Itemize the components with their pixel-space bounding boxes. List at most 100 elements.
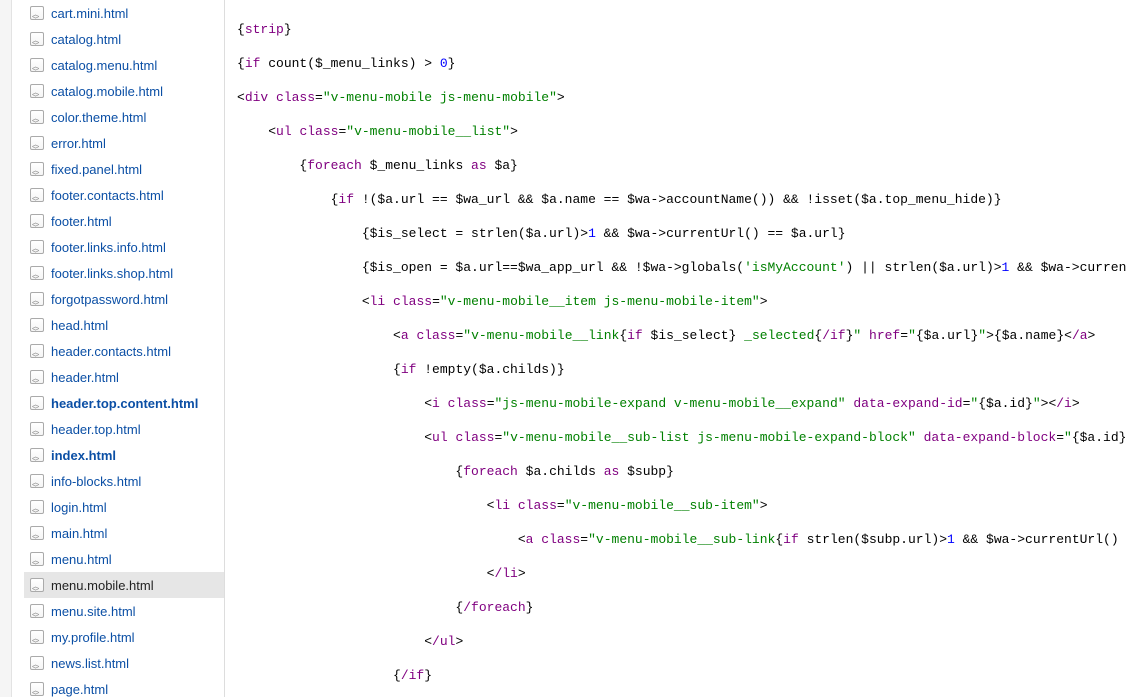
file-item[interactable]: footer.html <box>24 208 224 234</box>
file-item[interactable]: footer.links.info.html <box>24 234 224 260</box>
file-label: my.profile.html <box>51 629 135 646</box>
file-label: head.html <box>51 317 108 334</box>
code-line: {foreach $_menu_links as $a} <box>237 157 1126 174</box>
file-label: footer.html <box>51 213 112 230</box>
file-label: header.top.content.html <box>51 395 198 412</box>
html-file-icon <box>30 578 44 592</box>
html-file-icon <box>30 526 44 540</box>
code-line: {/if} <box>237 667 1126 684</box>
code-line: </ul> <box>237 633 1126 650</box>
file-item[interactable]: menu.html <box>24 546 224 572</box>
file-item[interactable]: catalog.menu.html <box>24 52 224 78</box>
file-item[interactable]: news.list.html <box>24 650 224 676</box>
html-file-icon <box>30 682 44 696</box>
html-file-icon <box>30 344 44 358</box>
file-label: footer.links.info.html <box>51 239 166 256</box>
file-label: color.theme.html <box>51 109 146 126</box>
file-item[interactable]: header.top.html <box>24 416 224 442</box>
file-item[interactable]: info-blocks.html <box>24 468 224 494</box>
file-item[interactable]: head.html <box>24 312 224 338</box>
file-item[interactable]: footer.links.shop.html <box>24 260 224 286</box>
file-item[interactable]: error.html <box>24 130 224 156</box>
html-file-icon <box>30 110 44 124</box>
file-label: cart.mini.html <box>51 5 128 22</box>
file-label: index.html <box>51 447 116 464</box>
code-line: {strip} <box>237 21 1126 38</box>
file-item[interactable]: catalog.mobile.html <box>24 78 224 104</box>
file-item[interactable]: color.theme.html <box>24 104 224 130</box>
html-file-icon <box>30 32 44 46</box>
code-line: <div class="v-menu-mobile js-menu-mobile… <box>237 89 1126 106</box>
file-item[interactable]: header.top.content.html <box>24 390 224 416</box>
file-label: catalog.html <box>51 31 121 48</box>
file-item[interactable]: fixed.panel.html <box>24 156 224 182</box>
file-label: header.contacts.html <box>51 343 171 360</box>
code-line: {if !empty($a.childs)} <box>237 361 1126 378</box>
html-file-icon <box>30 370 44 384</box>
html-file-icon <box>30 136 44 150</box>
file-item[interactable]: header.html <box>24 364 224 390</box>
file-label: login.html <box>51 499 107 516</box>
code-line: {/foreach} <box>237 599 1126 616</box>
code-editor[interactable]: {strip} {if count($_menu_links) > 0} <di… <box>225 0 1126 697</box>
file-label: fixed.panel.html <box>51 161 142 178</box>
html-file-icon <box>30 58 44 72</box>
html-file-icon <box>30 396 44 410</box>
file-label: info-blocks.html <box>51 473 141 490</box>
html-file-icon <box>30 656 44 670</box>
file-item[interactable]: main.html <box>24 520 224 546</box>
code-line: <li class="v-menu-mobile__item js-menu-m… <box>237 293 1126 310</box>
file-item[interactable]: cart.mini.html <box>24 0 224 26</box>
html-file-icon <box>30 214 44 228</box>
html-file-icon <box>30 630 44 644</box>
code-line: <i class="js-menu-mobile-expand v-menu-m… <box>237 395 1126 412</box>
file-item[interactable]: index.html <box>24 442 224 468</box>
file-label: forgotpassword.html <box>51 291 168 308</box>
code-line: {foreach $a.childs as $subp} <box>237 463 1126 480</box>
html-file-icon <box>30 84 44 98</box>
html-file-icon <box>30 474 44 488</box>
file-label: footer.links.shop.html <box>51 265 173 282</box>
code-line: <ul class="v-menu-mobile__list"> <box>237 123 1126 140</box>
file-item[interactable]: catalog.html <box>24 26 224 52</box>
file-item[interactable]: forgotpassword.html <box>24 286 224 312</box>
file-item[interactable]: login.html <box>24 494 224 520</box>
code-line: <a class="v-menu-mobile__sub-link{if str… <box>237 531 1126 548</box>
file-item[interactable]: footer.contacts.html <box>24 182 224 208</box>
html-file-icon <box>30 266 44 280</box>
html-file-icon <box>30 292 44 306</box>
sidebar-gutter <box>0 0 12 697</box>
file-label: catalog.mobile.html <box>51 83 163 100</box>
file-label: menu.html <box>51 551 112 568</box>
file-label: footer.contacts.html <box>51 187 164 204</box>
file-label: menu.site.html <box>51 603 136 620</box>
html-file-icon <box>30 604 44 618</box>
code-line: <ul class="v-menu-mobile__sub-list js-me… <box>237 429 1126 446</box>
code-line: {$is_open = $a.url==$wa_app_url && !$wa-… <box>237 259 1126 276</box>
html-file-icon <box>30 448 44 462</box>
html-file-icon <box>30 6 44 20</box>
html-file-icon <box>30 318 44 332</box>
html-file-icon <box>30 240 44 254</box>
file-tree-sidebar: cart.mini.html catalog.html catalog.menu.h… <box>12 0 225 697</box>
html-file-icon <box>30 500 44 514</box>
file-item[interactable]: menu.mobile.html <box>24 572 224 598</box>
file-item[interactable]: header.contacts.html <box>24 338 224 364</box>
file-label: error.html <box>51 135 106 152</box>
code-line: <li class="v-menu-mobile__sub-item"> <box>237 497 1126 514</box>
html-file-icon <box>30 188 44 202</box>
file-item[interactable]: my.profile.html <box>24 624 224 650</box>
file-label: page.html <box>51 681 108 697</box>
file-label: news.list.html <box>51 655 129 672</box>
html-file-icon <box>30 552 44 566</box>
file-item[interactable]: page.html <box>24 676 224 697</box>
html-file-icon <box>30 162 44 176</box>
file-label: main.html <box>51 525 107 542</box>
code-line: <a class="v-menu-mobile__link{if $is_sel… <box>237 327 1126 344</box>
file-label: header.top.html <box>51 421 141 438</box>
html-file-icon <box>30 422 44 436</box>
code-line: </li> <box>237 565 1126 582</box>
file-item[interactable]: menu.site.html <box>24 598 224 624</box>
code-line: {if !($a.url == $wa_url && $a.name == $w… <box>237 191 1126 208</box>
file-label: menu.mobile.html <box>51 577 154 594</box>
